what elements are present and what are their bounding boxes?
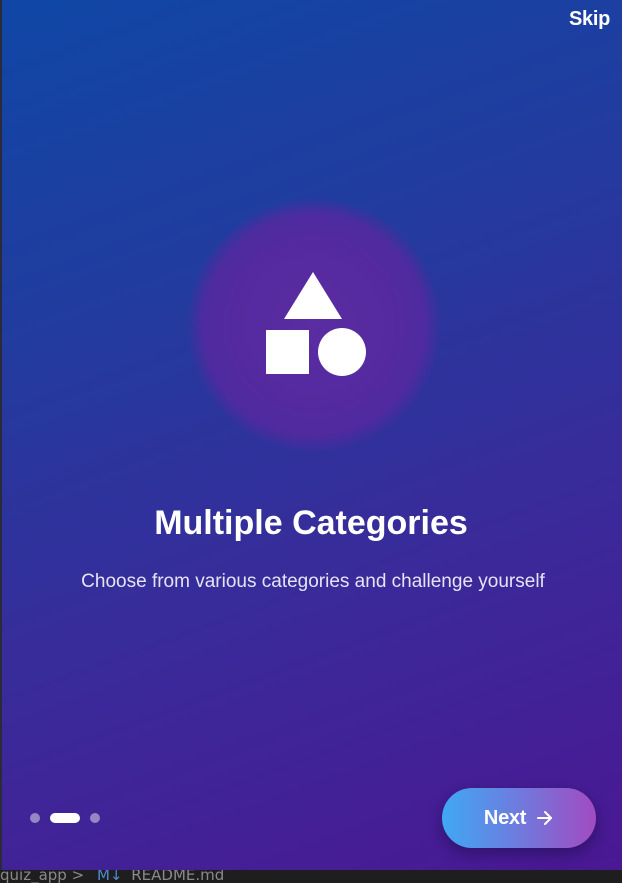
page-dot-3[interactable] — [90, 813, 100, 823]
slide-title: Multiple Categories — [154, 504, 468, 542]
next-button[interactable]: Next — [442, 788, 596, 848]
page-indicator — [30, 812, 100, 824]
window-edge — [0, 0, 2, 870]
markdown-icon: M↓ — [96, 870, 123, 883]
page-dot-1[interactable] — [30, 813, 40, 823]
onboarding-screen: Skip Multiple Categories Choose from var… — [0, 0, 622, 870]
next-button-label: Next — [483, 806, 527, 829]
breadcrumb-folder[interactable]: quiz_app — [0, 870, 67, 883]
arrow-right-icon — [537, 811, 553, 825]
skip-button[interactable]: Skip — [569, 8, 610, 31]
breadcrumb-file[interactable]: README.md — [131, 870, 224, 883]
editor-status-bar: quiz_app > M↓ README.md — [0, 870, 622, 883]
breadcrumb-separator: > — [71, 870, 85, 883]
page-dot-2-active[interactable] — [50, 813, 80, 823]
shapes-icon — [266, 272, 366, 376]
slide-subtitle: Choose from various categories and chall… — [81, 571, 545, 592]
breadcrumb: quiz_app > M↓ README.md — [0, 870, 224, 883]
